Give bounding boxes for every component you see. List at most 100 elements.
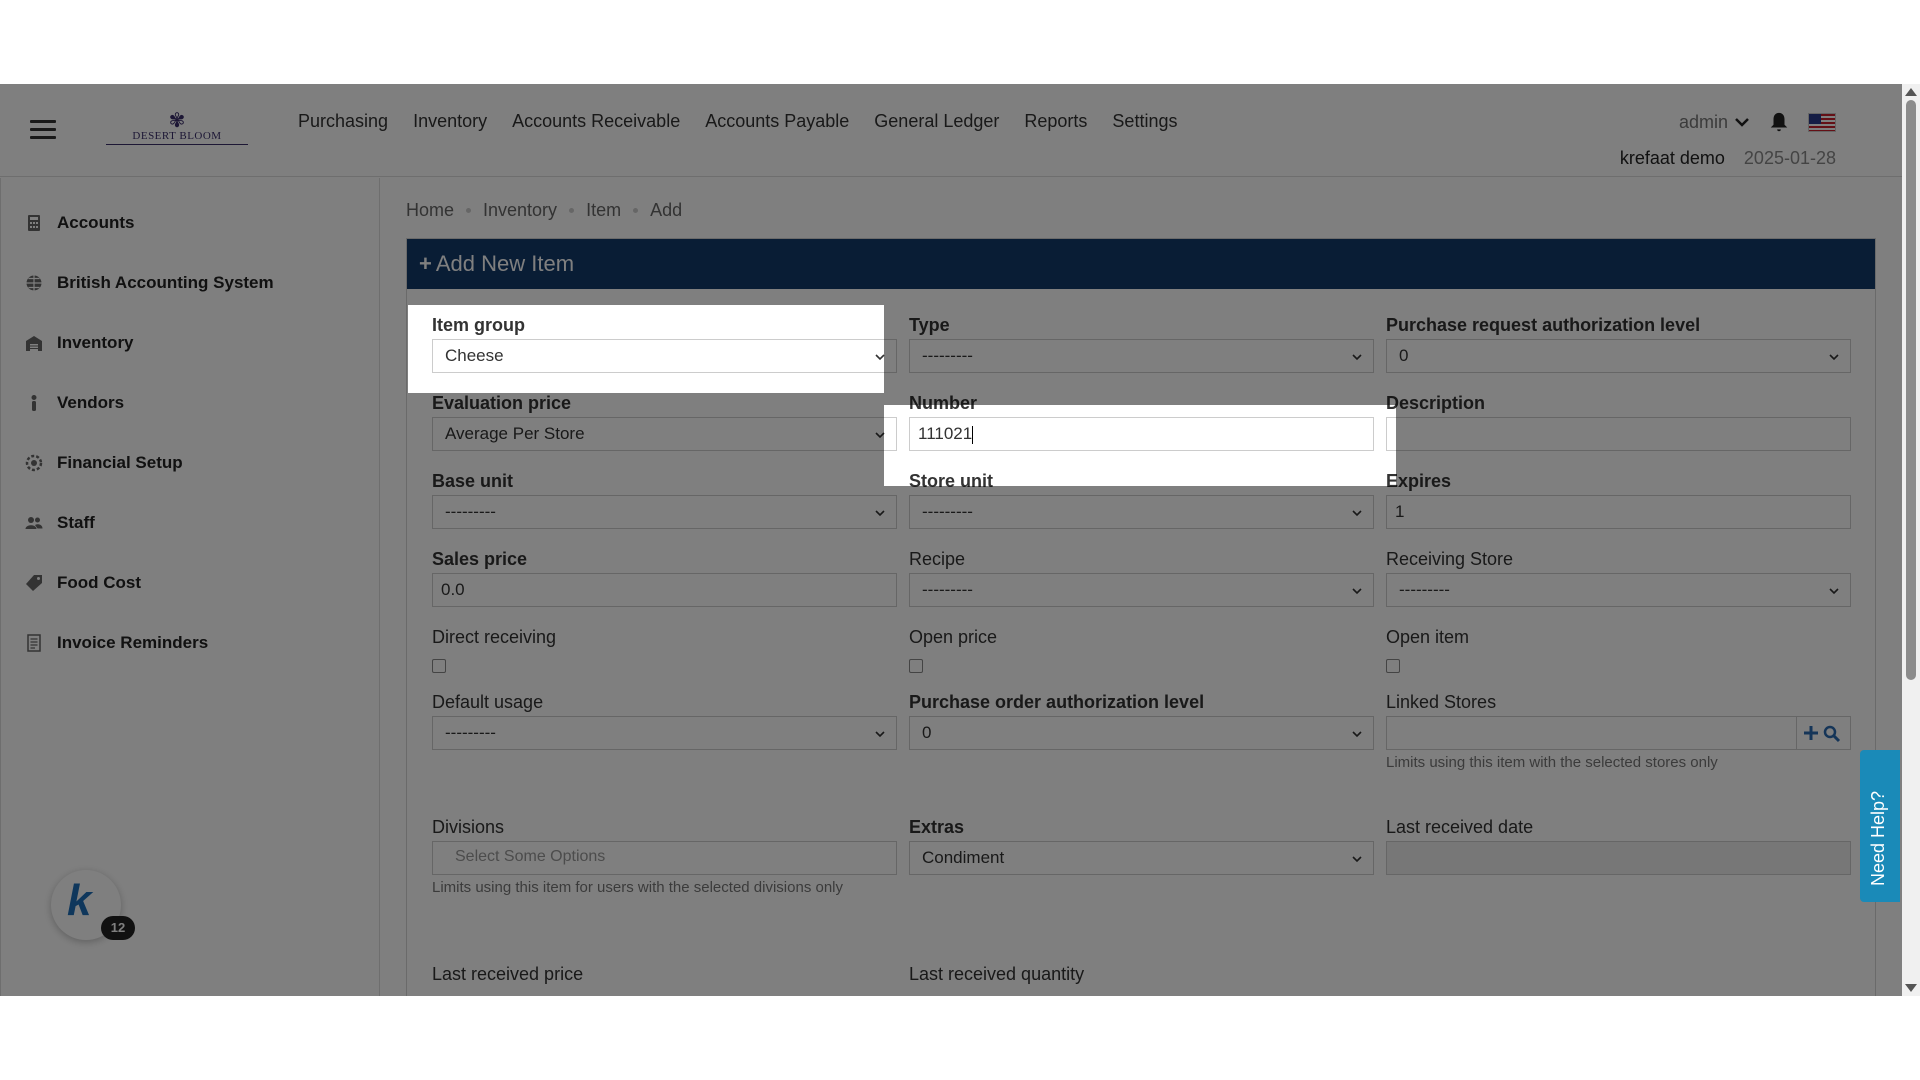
- chevron-down-icon: [1352, 856, 1362, 863]
- base-unit-select[interactable]: ---------: [432, 495, 897, 529]
- divisions-placeholder: Select Some Options: [455, 848, 606, 865]
- recipe-select[interactable]: ---------: [909, 573, 1374, 607]
- sidebar-item-label: Invoice Reminders: [57, 633, 209, 652]
- company-logo[interactable]: ✾ DESERT BLOOM: [106, 111, 248, 148]
- expires-label: Expires: [1386, 471, 1452, 491]
- field-last-received-price: Last received price: [432, 964, 897, 988]
- chevron-down-icon: [875, 731, 885, 738]
- language-flag-icon[interactable]: [1808, 112, 1836, 132]
- scroll-up-icon[interactable]: [1905, 88, 1917, 96]
- need-help-tab[interactable]: Need Help?: [1860, 750, 1900, 902]
- linked-stores-hint: Limits using this item with the selected…: [1386, 754, 1718, 771]
- scroll-thumb[interactable]: [1906, 100, 1916, 680]
- number-input[interactable]: 111021: [909, 417, 1374, 451]
- last-received-quantity-label: Last received quantity: [909, 964, 1085, 984]
- type-select[interactable]: ---------: [909, 339, 1374, 373]
- breadcrumb-separator: [569, 208, 575, 213]
- nav-settings[interactable]: Settings: [1112, 111, 1177, 132]
- field-recipe: Recipe ---------: [909, 549, 1374, 607]
- field-base-unit: Base unit ---------: [432, 471, 897, 529]
- evaluation-price-select[interactable]: Average Per Store: [432, 417, 897, 451]
- page-scrollbar[interactable]: [1902, 84, 1920, 996]
- linked-stores-add-search-button[interactable]: [1797, 716, 1851, 750]
- nav-accounts-payable[interactable]: Accounts Payable: [705, 111, 849, 132]
- plus-icon: +: [419, 251, 432, 276]
- document-icon: [27, 634, 41, 652]
- top-header: ✾ DESERT BLOOM Purchasing Inventory Acco…: [0, 84, 1902, 177]
- field-store-unit: Store unit ---------: [909, 471, 1374, 529]
- field-number: Number 111021: [909, 393, 1374, 451]
- last-received-date-label: Last received date: [1386, 817, 1534, 837]
- field-extras: Extras Condiment: [909, 817, 1374, 875]
- nav-accounts-receivable[interactable]: Accounts Receivable: [512, 111, 680, 132]
- chat-widget-count: 12: [101, 916, 135, 940]
- description-input[interactable]: [1386, 417, 1851, 451]
- need-help-label: Need Help?: [1868, 790, 1888, 886]
- sidebar-item-food-cost[interactable]: Food Cost: [25, 573, 141, 593]
- sidebar-item-invoice-reminders[interactable]: Invoice Reminders: [25, 633, 208, 653]
- chevron-down-icon: [1829, 588, 1839, 595]
- field-description: Description: [1386, 393, 1851, 451]
- receiving-store-label: Receiving Store: [1386, 549, 1514, 569]
- open-price-checkbox[interactable]: [909, 659, 923, 673]
- chevron-down-icon[interactable]: [1734, 114, 1750, 130]
- pr-auth-level-select[interactable]: 0: [1386, 339, 1851, 373]
- nav-reports[interactable]: Reports: [1024, 111, 1087, 132]
- sidebar-item-label: Accounts: [57, 213, 135, 232]
- open-item-checkbox[interactable]: [1386, 659, 1400, 673]
- sidebar-item-label: Financial Setup: [57, 453, 183, 472]
- receiving-store-select[interactable]: ---------: [1386, 573, 1851, 607]
- scroll-down-icon[interactable]: [1905, 984, 1917, 992]
- direct-receiving-checkbox[interactable]: [432, 659, 446, 673]
- po-auth-level-value: 0: [922, 723, 932, 742]
- extras-value: Condiment: [922, 848, 1005, 867]
- expires-input[interactable]: 1: [1386, 495, 1851, 529]
- field-linked-stores: Linked Stores Limits using this item wit…: [1386, 692, 1851, 772]
- chevron-down-icon: [1352, 510, 1362, 517]
- po-auth-level-label: Purchase order authorization level: [909, 692, 1205, 712]
- sidebar-item-accounts[interactable]: Accounts: [25, 213, 134, 233]
- store-unit-select[interactable]: ---------: [909, 495, 1374, 529]
- direct-receiving-label: Direct receiving: [432, 627, 557, 647]
- receiving-store-value: ---------: [1399, 580, 1450, 599]
- nav-general-ledger[interactable]: General Ledger: [874, 111, 999, 132]
- field-type: Type ---------: [909, 315, 1374, 373]
- store-unit-label: Store unit: [909, 471, 993, 491]
- sidebar-item-financial-setup[interactable]: Financial Setup: [25, 453, 183, 473]
- field-open-price: Open price: [909, 627, 1374, 673]
- linked-stores-input[interactable]: [1386, 716, 1797, 750]
- sidebar-item-staff[interactable]: Staff: [25, 513, 95, 533]
- last-received-date-input: [1386, 841, 1851, 875]
- breadcrumb-inventory[interactable]: Inventory: [483, 200, 557, 221]
- sidebar-item-inventory[interactable]: Inventory: [25, 333, 134, 353]
- last-received-price-label: Last received price: [432, 964, 584, 984]
- po-auth-level-select[interactable]: 0: [909, 716, 1374, 750]
- nav-purchasing[interactable]: Purchasing: [298, 111, 388, 132]
- number-value: 111021: [918, 424, 973, 443]
- breadcrumb-item[interactable]: Item: [586, 200, 621, 221]
- breadcrumb-home[interactable]: Home: [406, 200, 454, 221]
- menu-toggle-icon[interactable]: [30, 120, 56, 140]
- chat-widget-button[interactable]: k 12: [51, 870, 135, 940]
- recipe-label: Recipe: [909, 549, 966, 569]
- extras-label: Extras: [909, 817, 965, 837]
- field-default-usage: Default usage ---------: [432, 692, 897, 750]
- main-nav: Purchasing Inventory Accounts Receivable…: [298, 111, 1202, 132]
- default-usage-select[interactable]: ---------: [432, 716, 897, 750]
- divisions-multiselect[interactable]: Select Some Options: [432, 841, 897, 875]
- bell-icon[interactable]: [1768, 111, 1790, 133]
- sales-price-label: Sales price: [432, 549, 528, 569]
- sidebar-item-vendors[interactable]: Vendors: [25, 393, 124, 413]
- sidebar-item-british-accounting[interactable]: British Accounting System: [25, 273, 274, 293]
- nav-inventory[interactable]: Inventory: [413, 111, 487, 132]
- field-po-auth-level: Purchase order authorization level 0: [909, 692, 1374, 750]
- item-group-label: Item group: [432, 315, 525, 335]
- gear-icon: [25, 454, 43, 472]
- item-group-select[interactable]: Cheese: [432, 339, 897, 373]
- divisions-hint: Limits using this item for users with th…: [432, 879, 844, 896]
- sidebar-item-label: Food Cost: [57, 573, 142, 592]
- sales-price-input[interactable]: 0.0: [432, 573, 897, 607]
- chevron-down-icon: [875, 432, 885, 439]
- extras-select[interactable]: Condiment: [909, 841, 1374, 875]
- user-name[interactable]: admin: [1679, 112, 1728, 133]
